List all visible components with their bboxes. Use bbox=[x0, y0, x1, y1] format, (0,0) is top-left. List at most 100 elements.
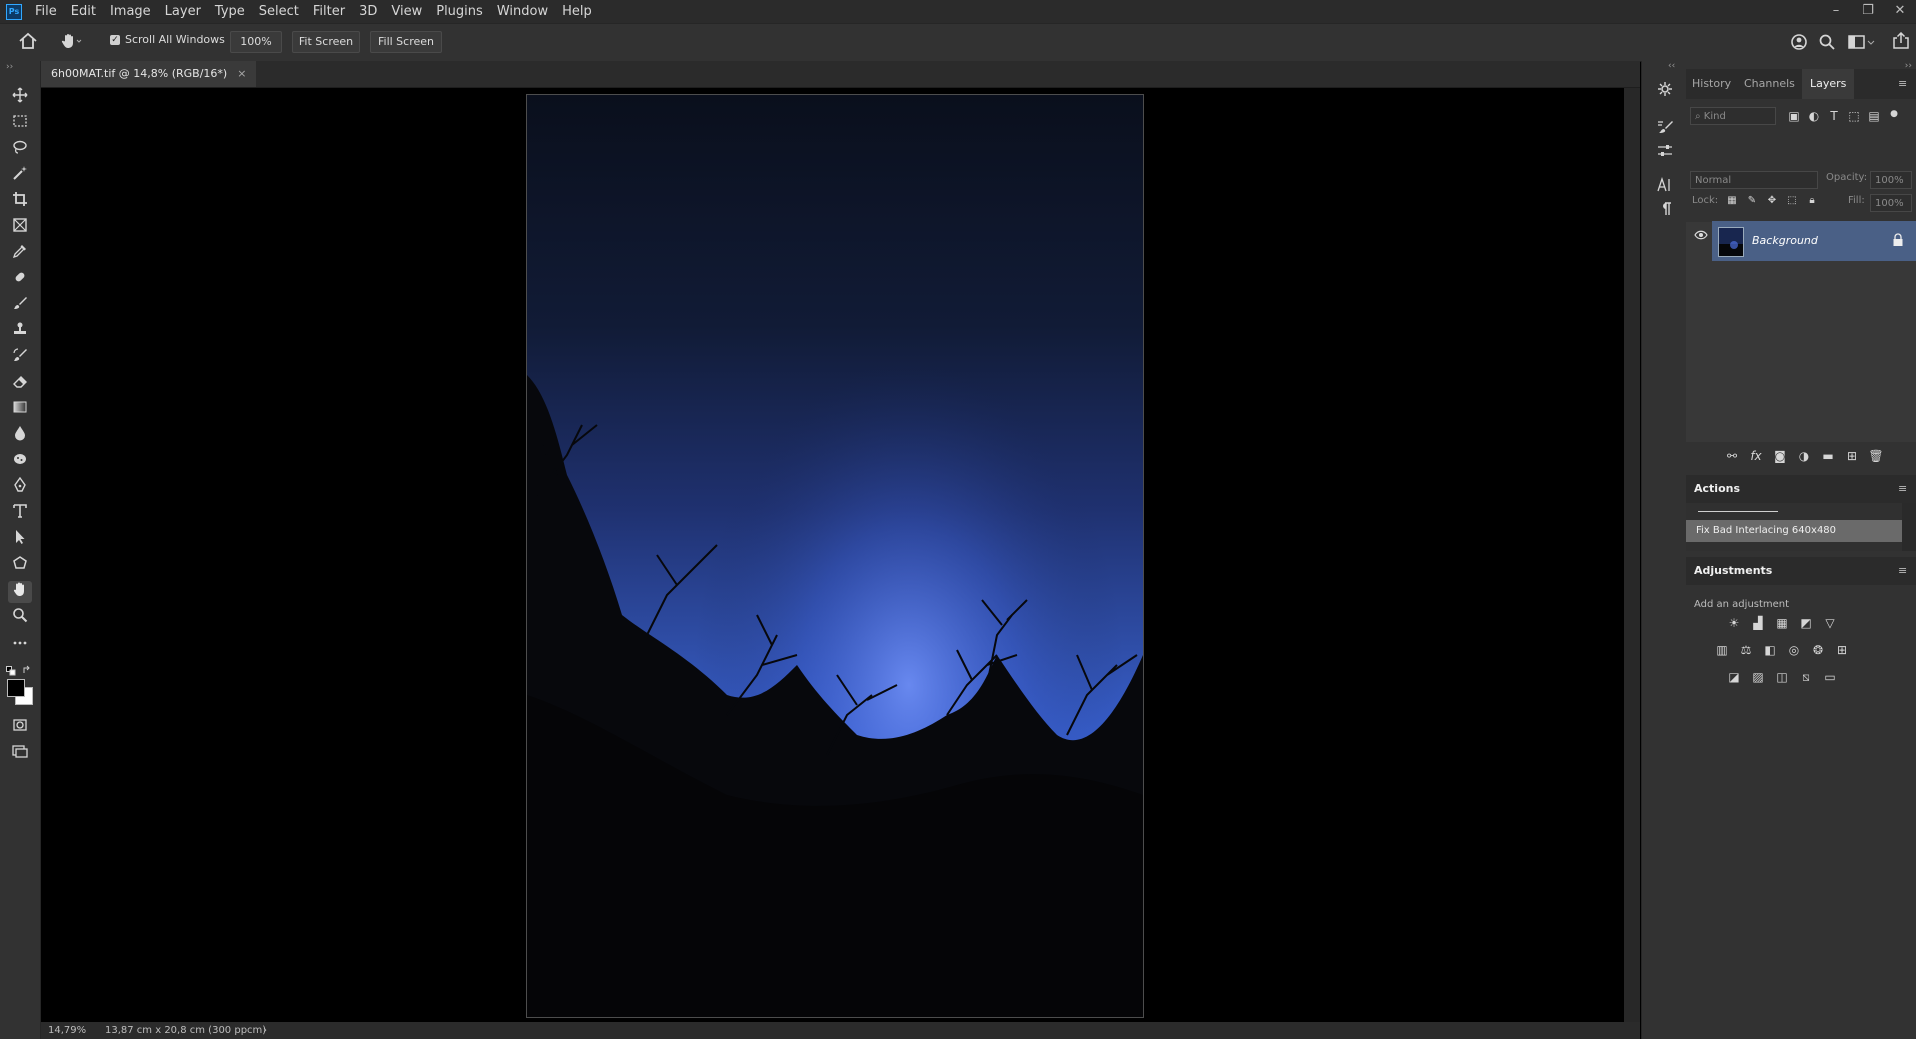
delete-layer-icon[interactable]: 🗑︎ bbox=[1868, 449, 1884, 463]
hand-tool-preset-icon[interactable] bbox=[60, 32, 82, 53]
actions-panel-menu-icon[interactable]: ≡ bbox=[1898, 483, 1910, 494]
hand-tool-icon[interactable] bbox=[8, 581, 32, 603]
link-layers-icon[interactable]: ⚯ bbox=[1724, 449, 1740, 463]
move-tool-icon[interactable] bbox=[8, 87, 32, 109]
color-lookup-icon[interactable]: ⊞ bbox=[1834, 643, 1850, 657]
zoom-level[interactable]: 14,79% bbox=[48, 1022, 86, 1039]
filter-smart-object-icon[interactable]: ▤ bbox=[1866, 109, 1882, 123]
curves-icon[interactable]: ▦ bbox=[1774, 616, 1790, 630]
vertical-scrollbar[interactable] bbox=[1624, 88, 1640, 1022]
foreground-color-swatch[interactable] bbox=[7, 679, 25, 697]
layers-panel-menu-icon[interactable]: ≡ bbox=[1898, 78, 1910, 89]
scroll-all-windows-checkbox[interactable]: ✓ Scroll All Windows bbox=[110, 33, 225, 46]
quick-mask-icon[interactable] bbox=[8, 717, 32, 739]
collapse-panels-icon[interactable]: ‹‹ bbox=[1668, 61, 1675, 71]
marquee-tool-icon[interactable] bbox=[8, 113, 32, 135]
new-group-icon[interactable]: ▬ bbox=[1820, 449, 1836, 463]
filter-adjustment-icon[interactable]: ◐ bbox=[1806, 109, 1822, 123]
brightness-contrast-icon[interactable]: ☀ bbox=[1726, 616, 1742, 630]
layer-name[interactable]: Background bbox=[1752, 221, 1818, 261]
type-tool-icon[interactable] bbox=[8, 503, 32, 525]
close-document-icon[interactable]: × bbox=[237, 61, 246, 87]
invert-icon[interactable]: ◪ bbox=[1726, 670, 1742, 684]
document-image[interactable] bbox=[526, 94, 1144, 1018]
frame-tool-icon[interactable] bbox=[8, 217, 32, 239]
tab-channels[interactable]: Channels bbox=[1744, 69, 1795, 99]
character-panel-icon[interactable] bbox=[1654, 176, 1676, 199]
filter-shape-icon[interactable]: ⬚ bbox=[1846, 109, 1862, 123]
more-tools-icon[interactable] bbox=[8, 635, 32, 657]
status-arrow-icon[interactable]: › bbox=[263, 1022, 267, 1039]
crop-tool-icon[interactable] bbox=[8, 191, 32, 213]
learn-icon[interactable] bbox=[1790, 33, 1808, 54]
lock-artboard-icon[interactable]: ⬚ bbox=[1784, 194, 1800, 208]
actions-title[interactable]: Actions bbox=[1694, 475, 1740, 503]
threshold-icon[interactable]: ◫ bbox=[1774, 670, 1790, 684]
opacity-field[interactable]: 100% bbox=[1870, 171, 1912, 189]
lock-image-icon[interactable]: ✎ bbox=[1744, 194, 1760, 208]
menu-type[interactable]: Type bbox=[208, 0, 252, 23]
menu-edit[interactable]: Edit bbox=[64, 0, 103, 23]
tab-layers[interactable]: Layers bbox=[1802, 69, 1855, 99]
eye-icon[interactable] bbox=[1694, 229, 1708, 243]
levels-icon[interactable]: ▟ bbox=[1750, 616, 1766, 630]
blend-mode-select[interactable]: Normal bbox=[1690, 171, 1818, 189]
adjustment-sliders-icon[interactable] bbox=[1654, 143, 1676, 165]
brush-tool-icon[interactable] bbox=[8, 295, 32, 317]
screen-mode-icon[interactable] bbox=[8, 743, 32, 765]
healing-brush-tool-icon[interactable] bbox=[8, 269, 32, 291]
layer-lock-icon[interactable] bbox=[1892, 233, 1904, 250]
history-brush-tool-icon[interactable] bbox=[8, 347, 32, 369]
share-icon[interactable] bbox=[1892, 31, 1910, 53]
lasso-tool-icon[interactable] bbox=[8, 139, 32, 161]
blur-tool-icon[interactable] bbox=[8, 425, 32, 447]
brush-settings-icon[interactable] bbox=[1654, 119, 1676, 141]
menu-filter[interactable]: Filter bbox=[306, 0, 352, 23]
filter-type-icon[interactable]: T bbox=[1826, 109, 1842, 123]
clone-stamp-tool-icon[interactable] bbox=[8, 321, 32, 343]
exposure-icon[interactable]: ◩ bbox=[1798, 616, 1814, 630]
filter-toggle-icon[interactable]: ● bbox=[1886, 107, 1902, 121]
eyedropper-tool-icon[interactable] bbox=[8, 243, 32, 265]
posterize-icon[interactable]: ▨ bbox=[1750, 670, 1766, 684]
search-icon[interactable] bbox=[1818, 33, 1836, 54]
add-mask-icon[interactable]: ◙ bbox=[1772, 449, 1788, 463]
layer-row-background[interactable]: Background bbox=[1712, 221, 1916, 261]
adjustments-title[interactable]: Adjustments bbox=[1694, 557, 1772, 585]
pen-tool-icon[interactable] bbox=[8, 476, 32, 499]
menu-plugins[interactable]: Plugins bbox=[429, 0, 490, 23]
lock-position-icon[interactable]: ✥ bbox=[1764, 194, 1780, 208]
sponge-tool-icon[interactable] bbox=[8, 451, 32, 473]
adjustments-panel-menu-icon[interactable]: ≡ bbox=[1898, 565, 1910, 576]
gradient-tool-icon[interactable] bbox=[8, 399, 32, 421]
properties-panel-icon[interactable] bbox=[1654, 81, 1676, 103]
shape-tool-icon[interactable] bbox=[8, 555, 32, 577]
menu-window[interactable]: Window bbox=[490, 0, 555, 23]
fill-screen-button[interactable]: Fill Screen bbox=[370, 31, 442, 53]
document-tab[interactable]: 6h00MAT.tif @ 14,8% (RGB/16*) × bbox=[41, 61, 257, 87]
menu-select[interactable]: Select bbox=[252, 0, 306, 23]
minimize-button[interactable]: – bbox=[1820, 0, 1852, 23]
tab-history[interactable]: History bbox=[1692, 69, 1731, 99]
restore-button[interactable]: ❐ bbox=[1852, 0, 1884, 23]
lock-all-icon[interactable]: 🔒︎ bbox=[1804, 194, 1820, 208]
layer-filter-kind[interactable]: ⌕ Kind bbox=[1690, 107, 1776, 125]
selective-color-icon[interactable]: ⧅ bbox=[1798, 670, 1814, 684]
fill-field[interactable]: 100% bbox=[1870, 194, 1912, 212]
swap-colors-icon[interactable] bbox=[22, 664, 32, 678]
action-item-fix-bad-interlacing[interactable]: Fix Bad Interlacing 640x480 bbox=[1686, 520, 1902, 542]
menu-file[interactable]: File bbox=[28, 0, 64, 23]
channel-mixer-icon[interactable]: ❂ bbox=[1810, 643, 1826, 657]
color-balance-icon[interactable]: ⚖ bbox=[1738, 643, 1754, 657]
collapse-toolbar-icon[interactable]: ›› bbox=[6, 62, 13, 72]
zoom-100-button[interactable]: 100% bbox=[230, 31, 282, 53]
paragraph-panel-icon[interactable] bbox=[1654, 201, 1676, 223]
black-white-icon[interactable]: ◧ bbox=[1762, 643, 1778, 657]
menu-help[interactable]: Help bbox=[555, 0, 599, 23]
magic-wand-tool-icon[interactable] bbox=[8, 165, 32, 187]
actions-scrollbar[interactable] bbox=[1902, 503, 1916, 551]
default-colors-icon[interactable] bbox=[6, 665, 16, 679]
vibrance-icon[interactable]: ▽ bbox=[1822, 616, 1838, 630]
new-layer-icon[interactable]: ⊞ bbox=[1844, 449, 1860, 463]
gradient-map-icon[interactable]: ▭ bbox=[1822, 670, 1838, 684]
